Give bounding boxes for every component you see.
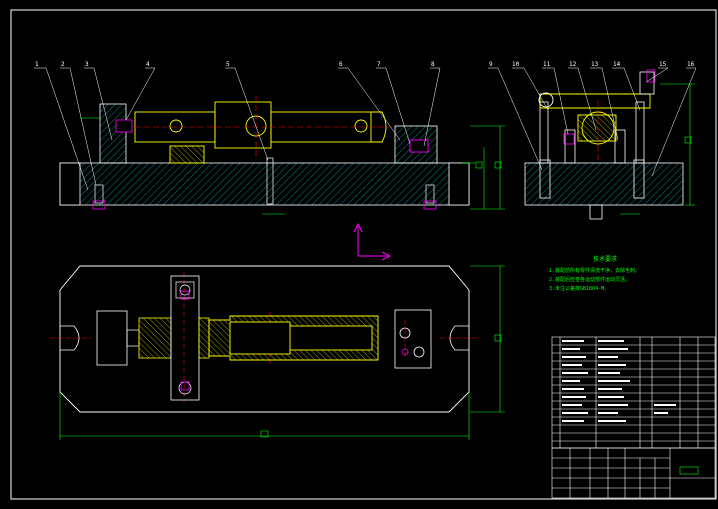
front-clamp-arm — [134, 101, 387, 164]
balloon-3: 3 — [85, 61, 89, 68]
front-view — [59, 96, 505, 215]
technical-notes: 技术要求 1.装配前所有零件清洗干净，去除毛刺。 2.装配后检查各运动部件运动灵… — [549, 255, 640, 292]
front-left-block — [99, 103, 127, 164]
balloon-6: 6 — [339, 61, 343, 68]
notes-title: 技术要求 — [593, 255, 617, 263]
balloon-13: 13 — [591, 61, 599, 68]
title-block — [551, 447, 716, 499]
balloon-7: 7 — [377, 61, 381, 68]
balloon-16: 16 — [687, 61, 695, 68]
balloon-12: 12 — [569, 61, 577, 68]
side-base — [524, 162, 684, 206]
balloon-1: 1 — [35, 61, 39, 68]
balloon-5: 5 — [226, 61, 230, 68]
datum-arrow — [353, 222, 392, 261]
notes-line-1: 1.装配前所有零件清洗干净，去除毛刺。 — [549, 267, 640, 274]
parts-list — [551, 336, 716, 449]
cad-drawing: 1 2 3 4 5 6 7 8 9 10 11 12 13 14 15 16 技… — [10, 9, 717, 500]
drawing-canvas: 1 2 3 4 5 6 7 8 9 10 11 12 13 14 15 16 技… — [0, 0, 718, 509]
front-base — [59, 162, 470, 206]
parts-list-text-marks — [562, 340, 676, 422]
balloon-4: 4 — [146, 61, 150, 68]
balloon-10: 10 — [512, 61, 520, 68]
balloon-14: 14 — [613, 61, 621, 68]
notes-line-2: 2.装配后检查各运动部件运动灵活。 — [549, 276, 630, 283]
balloon-15: 15 — [659, 61, 667, 68]
balloon-2: 2 — [61, 61, 65, 68]
balloon-11: 11 — [543, 61, 551, 68]
drawing-frame — [10, 9, 717, 500]
side-view — [524, 69, 695, 220]
top-view — [50, 265, 505, 440]
balloon-9: 9 — [489, 61, 493, 68]
balloon-8: 8 — [431, 61, 435, 68]
balloon-labels: 1 2 3 4 5 6 7 8 9 10 11 12 13 14 15 16 — [35, 61, 695, 68]
notes-line-3: 3.未注公差按GB1804-M。 — [549, 285, 609, 292]
